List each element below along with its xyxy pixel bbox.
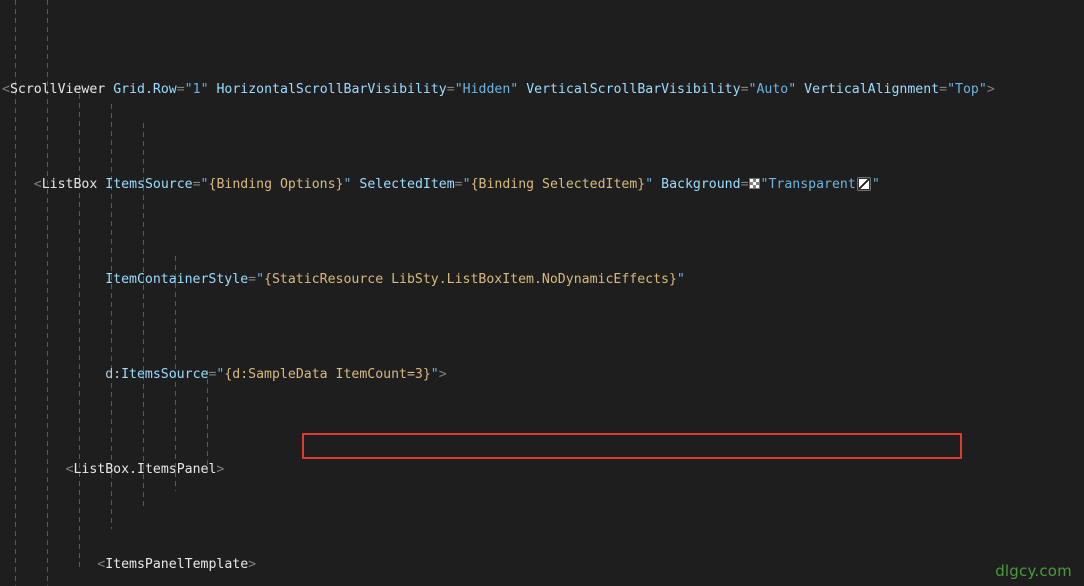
code-line: <ScrollViewer Grid.Row="1" HorizontalScr… bbox=[2, 82, 995, 97]
code-editor-surface[interactable]: <ScrollViewer Grid.Row="1" HorizontalScr… bbox=[0, 0, 1084, 586]
color-picker-button-icon[interactable] bbox=[856, 177, 871, 191]
code-line: <ListBox ItemsSource="{Binding Options}"… bbox=[33, 177, 880, 192]
code-content: <ScrollViewer Grid.Row="1" HorizontalScr… bbox=[0, 0, 1084, 586]
code-line: <ListBox.ItemsPanel> bbox=[65, 462, 225, 477]
site-watermark: dlgcy.com bbox=[995, 562, 1072, 580]
color-swatch-transparent-icon bbox=[748, 178, 760, 189]
code-line: <ItemsPanelTemplate> bbox=[97, 557, 257, 572]
code-line: ItemContainerStyle="{StaticResource LibS… bbox=[105, 272, 685, 287]
code-line: d:ItemsSource="{d:SampleData ItemCount=3… bbox=[105, 367, 447, 382]
